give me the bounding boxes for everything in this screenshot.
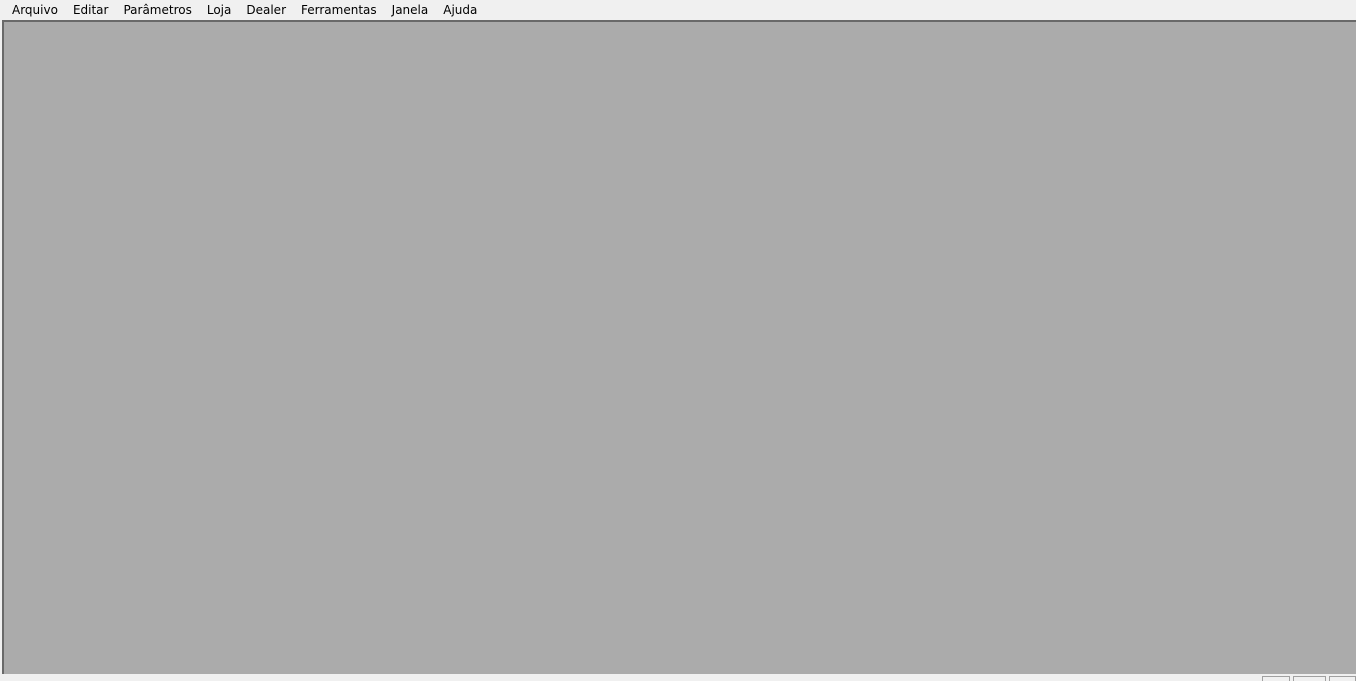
menu-dealer[interactable]: Dealer <box>239 0 294 20</box>
status-panel <box>1293 676 1326 681</box>
menu-bar: Arquivo Editar Parâmetros Loja Dealer Fe… <box>0 0 1356 20</box>
menu-editar[interactable]: Editar <box>66 0 117 20</box>
menu-parametros[interactable]: Parâmetros <box>116 0 199 20</box>
menu-ajuda[interactable]: Ajuda <box>436 0 485 20</box>
status-bar <box>0 674 1356 681</box>
menu-ferramentas[interactable]: Ferramentas <box>294 0 385 20</box>
menu-loja[interactable]: Loja <box>200 0 240 20</box>
menu-arquivo[interactable]: Arquivo <box>5 0 66 20</box>
menu-janela[interactable]: Janela <box>385 0 437 20</box>
status-panel <box>1262 676 1290 681</box>
application-window: Arquivo Editar Parâmetros Loja Dealer Fe… <box>0 0 1356 681</box>
status-panel <box>1329 676 1356 681</box>
mdi-workspace[interactable] <box>2 20 1356 674</box>
